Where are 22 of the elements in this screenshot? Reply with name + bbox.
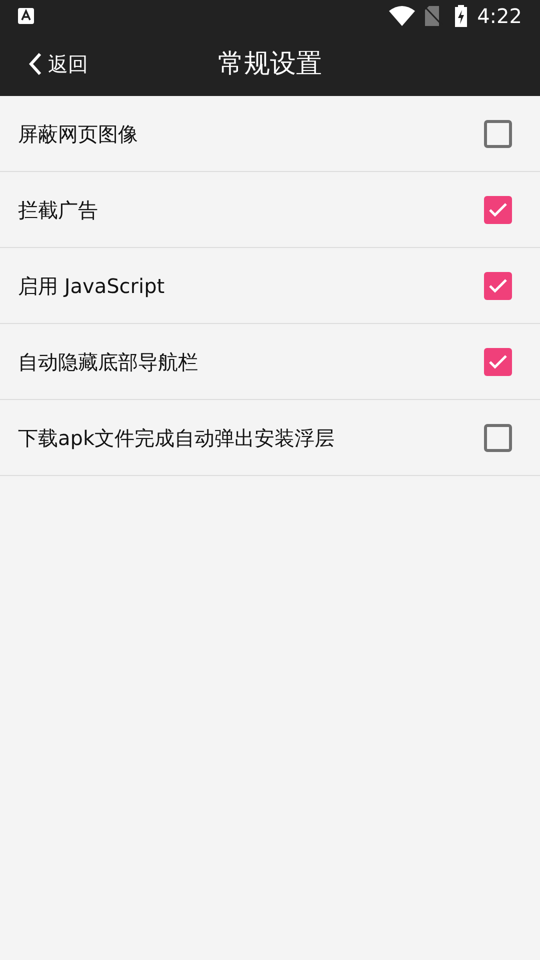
wifi-icon	[389, 6, 416, 26]
clock-time: 4:22	[477, 3, 522, 30]
app-notification-icon	[18, 8, 34, 24]
setting-row[interactable]: 下载apk文件完成自动弹出安装浮层	[0, 400, 540, 476]
page-title: 常规设置	[218, 48, 322, 80]
setting-label: 自动隐藏底部导航栏	[18, 348, 199, 376]
battery-charging-icon	[455, 5, 468, 27]
setting-row[interactable]: 屏蔽网页图像	[0, 96, 540, 172]
checkbox[interactable]	[484, 424, 512, 452]
setting-label: 下载apk文件完成自动弹出安装浮层	[18, 424, 336, 452]
setting-label: 屏蔽网页图像	[18, 120, 139, 148]
back-button[interactable]: 返回	[0, 49, 88, 79]
back-chevron-icon	[28, 52, 42, 76]
setting-label: 启用 JavaScript	[18, 272, 166, 300]
setting-row[interactable]: 拦截广告	[0, 172, 540, 248]
checkbox[interactable]	[484, 348, 512, 376]
checkbox[interactable]	[484, 196, 512, 224]
setting-label: 拦截广告	[18, 196, 99, 224]
checkbox[interactable]	[484, 272, 512, 300]
checkbox[interactable]	[484, 120, 512, 148]
setting-row[interactable]: 自动隐藏底部导航栏	[0, 324, 540, 400]
setting-row[interactable]: 启用 JavaScript	[0, 248, 540, 324]
